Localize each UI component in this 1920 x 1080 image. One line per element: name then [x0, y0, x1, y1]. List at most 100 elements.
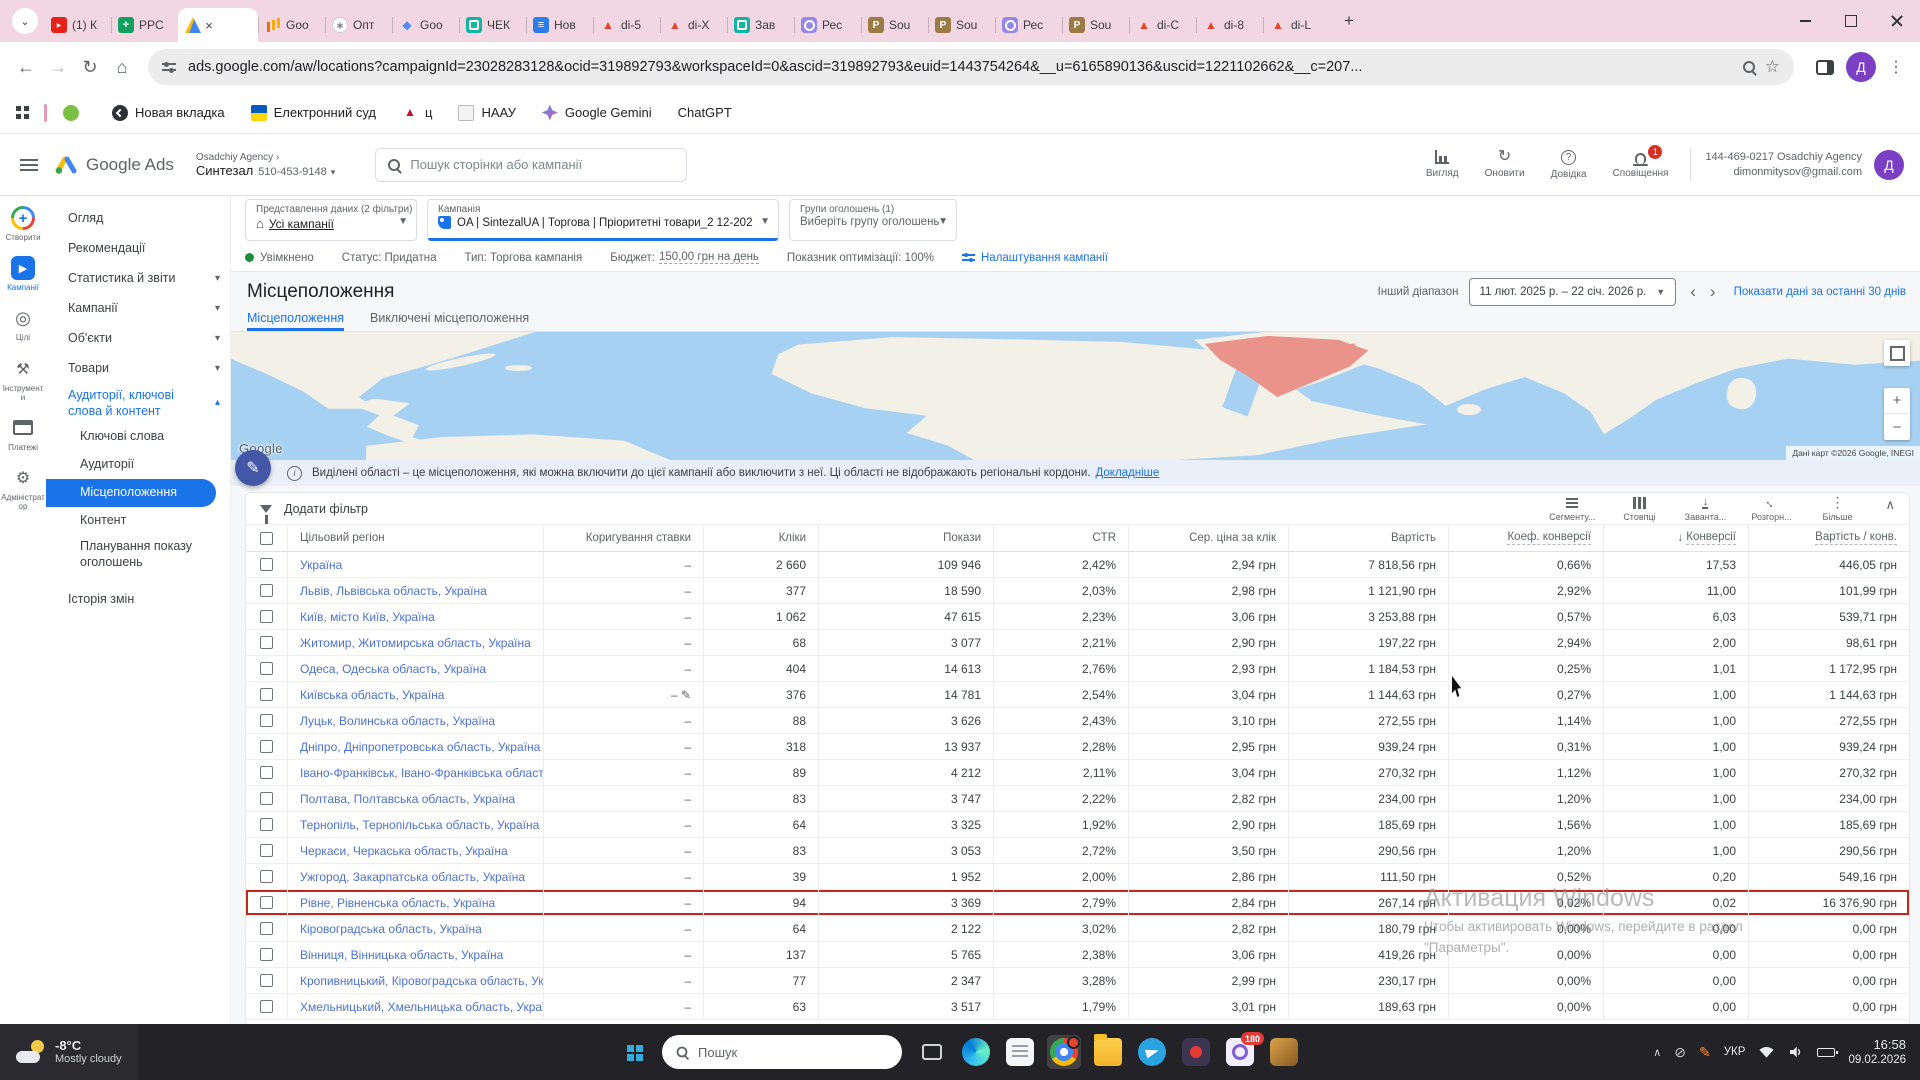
region-link[interactable]: Житомир, Житомирська область, Україна: [288, 630, 544, 655]
bid-adjustment-cell[interactable]: –: [544, 578, 704, 603]
browser-tab[interactable]: Опт: [325, 8, 392, 42]
rail-item[interactable]: Інструменти: [0, 357, 46, 402]
taskbar-search[interactable]: Пошук: [662, 1035, 902, 1069]
bid-adjustment-cell[interactable]: –: [544, 812, 704, 837]
table-row[interactable]: Ужгород, Закарпатська область, Україна –…: [246, 864, 1909, 890]
row-checkbox[interactable]: [260, 662, 273, 675]
row-checkbox[interactable]: [260, 844, 273, 857]
column-header[interactable]: Сер. ціна за клік: [1129, 525, 1289, 551]
tab-search-button[interactable]: ⌄: [12, 8, 38, 34]
table-row[interactable]: Одеса, Одеська область, Україна – 404 14…: [246, 656, 1909, 682]
minimize-button[interactable]: [1782, 0, 1828, 42]
taskbar-app-icon[interactable]: [1135, 1035, 1169, 1069]
taskbar-app-icon[interactable]: [959, 1035, 993, 1069]
taskbar-app-icon[interactable]: [1179, 1035, 1213, 1069]
taskbar-app-icon[interactable]: [1267, 1035, 1301, 1069]
back-button[interactable]: ←: [10, 51, 42, 83]
site-info-icon[interactable]: [162, 61, 176, 73]
next-range-button[interactable]: ›: [1710, 282, 1716, 302]
learn-more-link[interactable]: Докладніше: [1095, 467, 1159, 479]
table-row[interactable]: Полтава, Полтавська область, Україна – 8…: [246, 786, 1909, 812]
help-button[interactable]: ?Довідка: [1551, 150, 1587, 180]
refresh-data-button[interactable]: ↻Оновити: [1485, 150, 1525, 179]
row-checkbox[interactable]: [260, 766, 273, 779]
column-header[interactable]: ↓ Конверсії: [1604, 525, 1749, 551]
bid-adjustment-cell[interactable]: –: [544, 656, 704, 681]
zoom-icon[interactable]: [1743, 61, 1755, 73]
region-link[interactable]: Рівне, Рівненська область, Україна: [288, 890, 544, 915]
nav-item[interactable]: Рекомендації: [46, 234, 230, 264]
table-row[interactable]: Хмельницький, Хмельницька область, Украї…: [246, 994, 1909, 1020]
region-link[interactable]: Полтава, Полтавська область, Україна: [288, 786, 544, 811]
refresh-button[interactable]: ↻: [74, 51, 106, 83]
browser-profile-avatar[interactable]: Д: [1846, 52, 1876, 82]
table-action-button[interactable]: Заванта...: [1683, 496, 1727, 522]
table-row[interactable]: Івано-Франківськ, Івано-Франківська обла…: [246, 760, 1909, 786]
bid-adjustment-cell[interactable]: –: [544, 942, 704, 967]
table-row[interactable]: Кропивницький, Кіровоградська область, У…: [246, 968, 1909, 994]
row-checkbox[interactable]: [260, 792, 273, 805]
edit-locations-fab[interactable]: ✎: [235, 450, 271, 486]
table-action-button[interactable]: Сегменту...: [1549, 496, 1595, 522]
taskbar-app-icon[interactable]: 180: [1223, 1035, 1257, 1069]
table-action-button[interactable]: Розгорн...: [1749, 496, 1793, 522]
hamburger-menu-icon[interactable]: [20, 159, 38, 171]
bid-adjustment-cell[interactable]: –: [544, 708, 704, 733]
date-range-dropdown[interactable]: 11 лют. 2025 р. – 22 січ. 2026 р.▼: [1469, 278, 1677, 306]
enabled-status[interactable]: Увімкнено: [260, 252, 314, 264]
table-row[interactable]: Дніпро, Дніпропетровська область, Україн…: [246, 734, 1909, 760]
map[interactable]: + − Google Дані карт ©2026 Google, INEGI: [231, 332, 1920, 460]
browser-tab[interactable]: Sou: [861, 8, 928, 42]
bid-adjustment-cell[interactable]: – ✎: [544, 682, 704, 707]
rail-item[interactable]: Цілі: [0, 306, 46, 342]
table-row[interactable]: Кіровоградська область, Україна – 64 2 1…: [246, 916, 1909, 942]
browser-tab[interactable]: Рес: [995, 8, 1062, 42]
region-link[interactable]: Україна: [288, 552, 544, 577]
nav-item[interactable]: Контент: [46, 507, 230, 535]
bid-adjustment-cell[interactable]: –: [544, 968, 704, 993]
hidden-icons-chevron[interactable]: ∧: [1653, 1046, 1661, 1059]
region-link[interactable]: Київ, місто Київ, Україна: [288, 604, 544, 629]
browser-tab[interactable]: di-C: [1129, 8, 1196, 42]
add-filter-button[interactable]: Додати фільтр: [284, 502, 368, 516]
row-checkbox[interactable]: [260, 714, 273, 727]
taskbar-app-icon[interactable]: [1003, 1035, 1037, 1069]
pen-icon[interactable]: ✎: [1699, 1044, 1711, 1061]
browser-tab[interactable]: Рес: [794, 8, 861, 42]
browser-tab[interactable]: di-X: [660, 8, 727, 42]
bid-adjustment-cell[interactable]: –: [544, 786, 704, 811]
home-button[interactable]: ⌂: [106, 51, 138, 83]
rail-item[interactable]: Адміністратор: [0, 466, 46, 511]
browser-tab[interactable]: Нов: [526, 8, 593, 42]
bid-adjustment-cell[interactable]: –: [544, 630, 704, 655]
bid-adjustment-cell[interactable]: –: [544, 552, 704, 577]
region-link[interactable]: Кропивницький, Кіровоградська область, У…: [288, 968, 544, 993]
view-button[interactable]: Вигляд: [1426, 150, 1459, 179]
bookmark-star-icon[interactable]: ☆: [1765, 57, 1780, 77]
select-all-checkbox[interactable]: [260, 532, 273, 545]
rail-item[interactable]: Платежі: [0, 416, 46, 452]
browser-menu-icon[interactable]: ⋮: [1888, 57, 1904, 77]
bid-adjustment-cell[interactable]: –: [544, 734, 704, 759]
account-dropdown-icon[interactable]: ▾: [331, 167, 336, 177]
taskbar-app-icon[interactable]: [915, 1035, 949, 1069]
row-checkbox[interactable]: [260, 740, 273, 753]
rail-item[interactable]: Створити: [0, 206, 46, 242]
bookmark-item[interactable]: Новая вкладка: [112, 105, 225, 121]
table-action-button[interactable]: Більше: [1815, 496, 1859, 522]
nav-item[interactable]: Планування показу оголошень: [46, 535, 230, 574]
bookmark-item[interactable]: Електронний суд: [251, 105, 376, 121]
nav-item[interactable]: Товари ▾: [46, 354, 230, 384]
volume-icon[interactable]: [1788, 1045, 1804, 1059]
data-view-dropdown[interactable]: Представлення даних (2 фільтри) ⌂Усі кам…: [245, 199, 417, 241]
bookmark-item[interactable]: ц: [402, 105, 432, 121]
zoom-out-button[interactable]: −: [1884, 414, 1910, 440]
collapse-table-icon[interactable]: ∧: [1885, 496, 1895, 513]
browser-tab[interactable]: [178, 8, 258, 42]
taskbar-clock[interactable]: 16:58 09.02.2026: [1848, 1037, 1906, 1068]
row-checkbox[interactable]: [260, 610, 273, 623]
table-row[interactable]: Черкаси, Черкаська область, Україна – 83…: [246, 838, 1909, 864]
row-checkbox[interactable]: [260, 870, 273, 883]
adgroup-dropdown[interactable]: Групи оголошень (1) Виберіть групу оголо…: [789, 199, 957, 241]
notifications-button[interactable]: Сповіщення1: [1613, 151, 1669, 179]
